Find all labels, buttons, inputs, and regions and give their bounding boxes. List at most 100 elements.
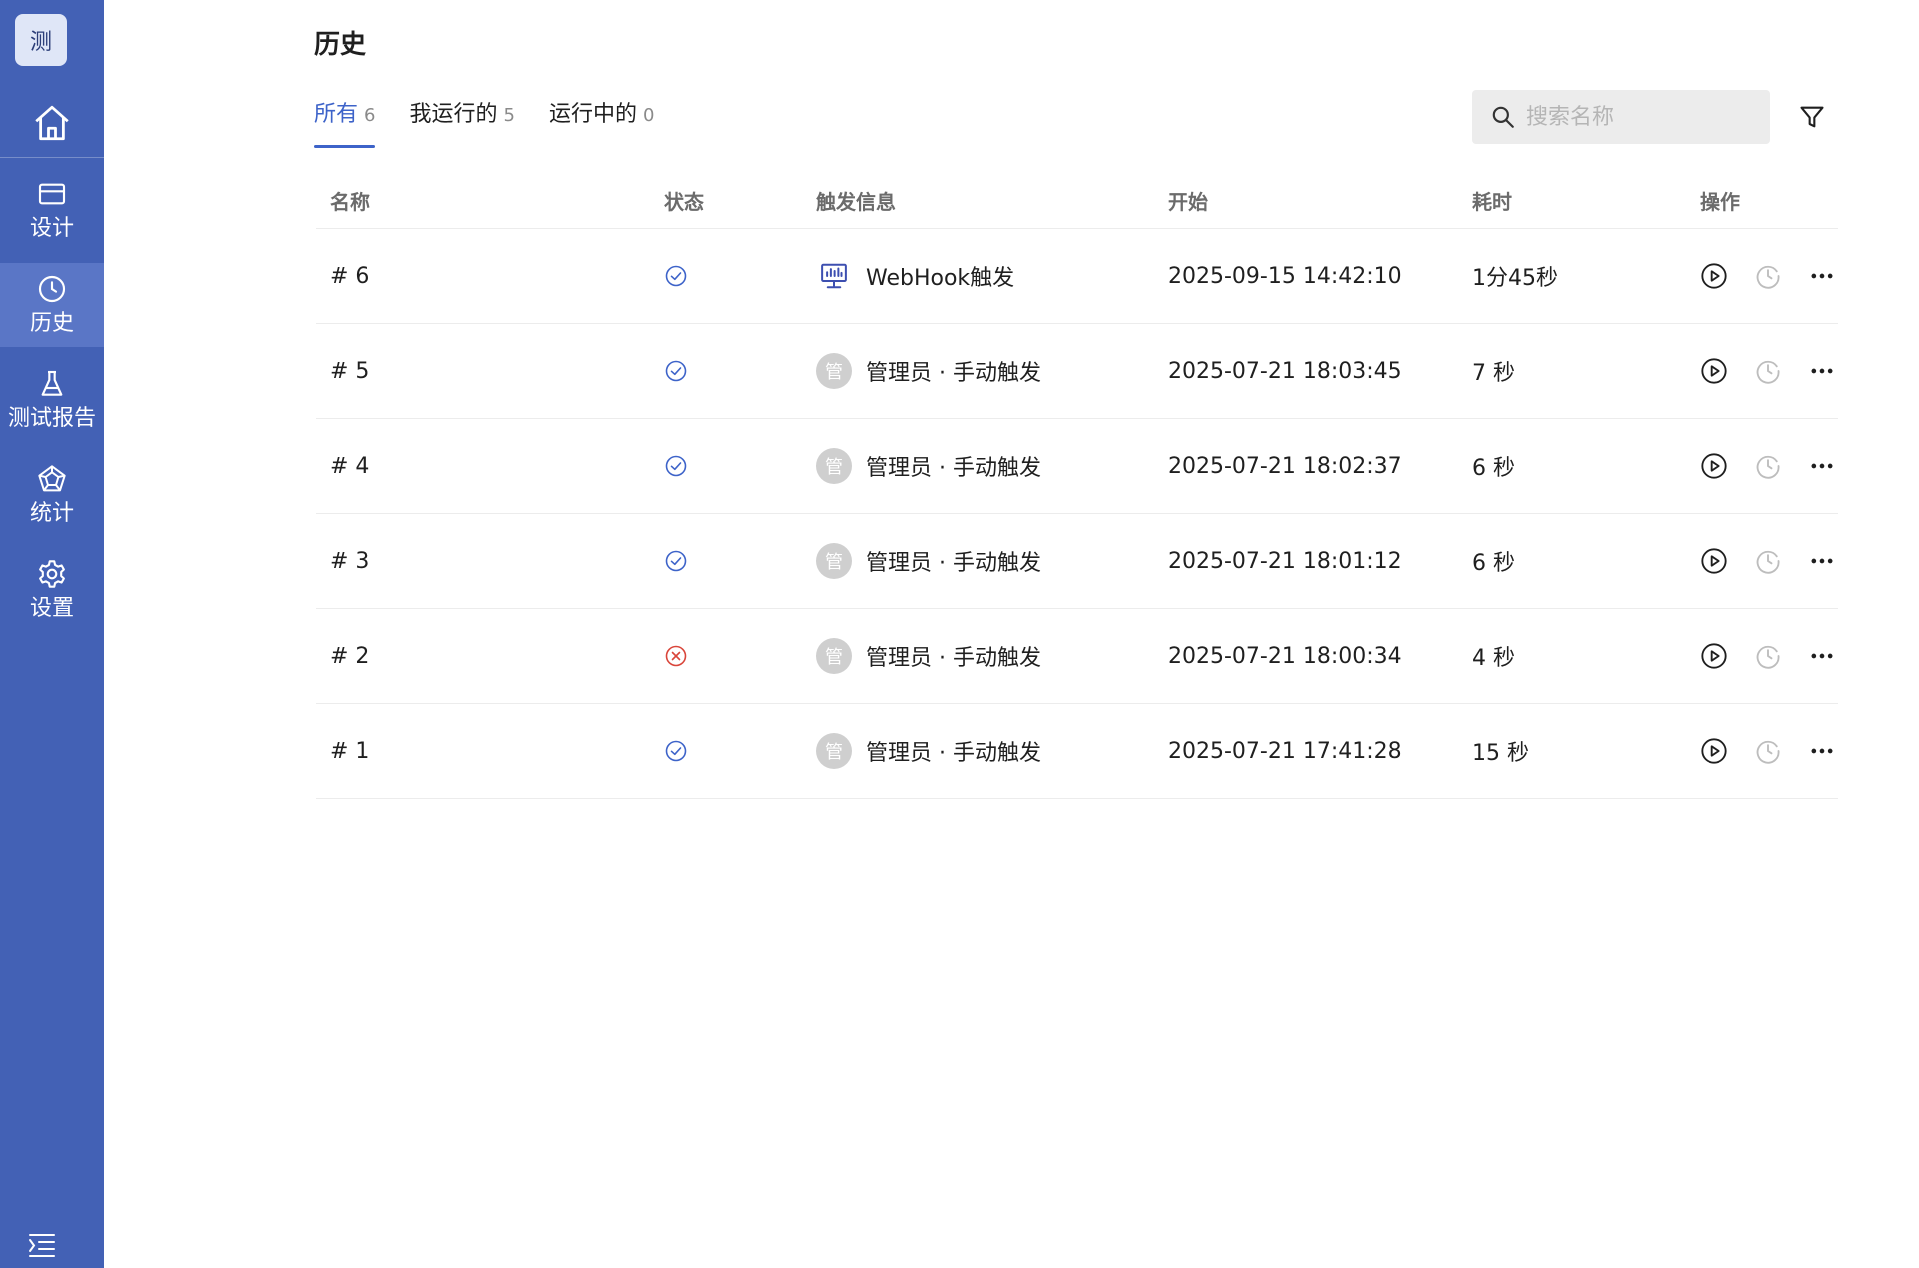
sidebar-item-statistics[interactable]: 统计 [0, 453, 104, 537]
filter-button[interactable] [1795, 100, 1829, 134]
rerun-history-button[interactable] [1754, 357, 1782, 385]
history-icon [1756, 265, 1780, 289]
sidebar-item-design[interactable]: 设计 [0, 168, 104, 252]
play-button[interactable] [1700, 357, 1728, 385]
more-button[interactable] [1808, 262, 1836, 290]
sidebar-item-settings[interactable]: 设置 [0, 548, 104, 632]
table-row[interactable]: # 2 管管理员 · 手动触发 2025-07-21 18:00:34 4 秒 [316, 609, 1838, 704]
filter-icon [1800, 106, 1824, 128]
failed-status-icon [665, 645, 687, 667]
play-icon [1701, 643, 1727, 669]
more-button[interactable] [1808, 547, 1836, 575]
home-button[interactable] [0, 88, 104, 158]
tab-label: 所有 [314, 102, 359, 127]
status-cell [664, 609, 688, 703]
tab-label: 运行中的 [548, 102, 637, 127]
more-icon [1811, 273, 1833, 279]
run-name[interactable]: # 1 [330, 704, 369, 798]
column-header-status: 状态 [664, 189, 704, 214]
run-name[interactable]: # 3 [330, 514, 369, 608]
trigger-cell: 管管理员 · 手动触发 [816, 704, 1041, 798]
table-row[interactable]: # 1 管管理员 · 手动触发 2025-07-21 17:41:28 15 秒 [316, 704, 1838, 799]
home-icon [35, 105, 69, 141]
more-button[interactable] [1808, 737, 1836, 765]
more-button[interactable] [1808, 452, 1836, 480]
tab-count: 0 [642, 105, 655, 126]
trigger-cell: 管管理员 · 手动触发 [816, 419, 1041, 513]
more-icon [1811, 368, 1833, 374]
rerun-history-button[interactable] [1754, 642, 1782, 670]
sidebar-item-label: 历史 [29, 311, 74, 336]
tab-label: 我运行的 [409, 102, 498, 127]
rerun-history-button[interactable] [1754, 547, 1782, 575]
trigger-cell: 管管理员 · 手动触发 [816, 514, 1041, 608]
table-body: # 6 WebHook触发 2025-09-15 14:42:10 1分45秒 … [316, 229, 1838, 799]
search-input[interactable] [1524, 103, 1758, 131]
avatar: 管 [816, 543, 852, 579]
avatar: 管 [816, 448, 852, 484]
flask-icon [41, 370, 63, 396]
column-header-actions: 操作 [1700, 189, 1740, 214]
success-status-icon [665, 265, 687, 287]
play-button[interactable] [1700, 452, 1728, 480]
trigger-cell: 管管理员 · 手动触发 [816, 324, 1041, 418]
history-icon [1756, 740, 1780, 764]
trigger-text: WebHook触发 [866, 266, 1015, 291]
play-icon [1701, 738, 1727, 764]
tab-running[interactable]: 运行中的 0 [549, 96, 654, 148]
sidebar-item-label: 统计 [29, 501, 74, 526]
run-name[interactable]: # 2 [330, 609, 369, 703]
sidebar-item-history[interactable]: 历史 [0, 263, 104, 347]
duration: 4 秒 [1472, 646, 1515, 671]
trigger-cell: 管管理员 · 手动触发 [816, 609, 1041, 703]
pentagon-chart-icon [38, 465, 66, 492]
play-button[interactable] [1700, 642, 1728, 670]
actions-cell [1700, 229, 1836, 323]
start-time: 2025-07-21 18:00:34 [1168, 643, 1402, 669]
actions-cell [1700, 609, 1836, 703]
success-status-icon [665, 740, 687, 762]
menu-indent-icon [29, 1234, 55, 1257]
table-row[interactable]: # 3 管管理员 · 手动触发 2025-07-21 18:01:12 6 秒 [316, 514, 1838, 609]
trigger-text: 管理员 · 手动触发 [866, 741, 1041, 766]
trigger-cell: WebHook触发 [816, 229, 1014, 323]
duration: 6 秒 [1472, 551, 1515, 576]
more-button[interactable] [1808, 642, 1836, 670]
collapse-sidebar-button[interactable] [24, 1230, 60, 1260]
start-time: 2025-07-21 18:03:45 [1168, 358, 1402, 384]
tab-my-runs[interactable]: 我运行的 5 [409, 96, 514, 148]
play-button[interactable] [1700, 547, 1728, 575]
search-icon [1492, 106, 1514, 128]
more-button[interactable] [1808, 357, 1836, 385]
status-cell [664, 419, 688, 513]
rerun-history-button[interactable] [1754, 262, 1782, 290]
search-box [1472, 90, 1770, 144]
card-icon [38, 183, 66, 205]
page-title: 历史 [314, 30, 367, 60]
run-name[interactable]: # 4 [330, 419, 369, 513]
column-header-start: 开始 [1168, 189, 1208, 214]
tab-all[interactable]: 所有 6 [314, 96, 376, 148]
run-name[interactable]: # 5 [330, 324, 369, 418]
sidebar-item-test-report[interactable]: 测试报告 [0, 358, 104, 442]
history-icon [1756, 645, 1780, 669]
sidebar-divider [0, 157, 104, 158]
app-logo[interactable]: 测 [15, 14, 67, 66]
play-button[interactable] [1700, 262, 1728, 290]
rerun-history-button[interactable] [1754, 452, 1782, 480]
trigger-text: 管理员 · 手动触发 [866, 456, 1041, 481]
success-status-icon [665, 455, 687, 477]
status-cell [664, 514, 688, 608]
tab-count: 6 [364, 105, 376, 126]
play-icon [1701, 263, 1727, 289]
table-row[interactable]: # 4 管管理员 · 手动触发 2025-07-21 18:02:37 6 秒 [316, 419, 1838, 514]
run-name[interactable]: # 6 [330, 229, 369, 323]
history-icon [1756, 360, 1780, 384]
play-button[interactable] [1700, 737, 1728, 765]
duration: 15 秒 [1472, 741, 1529, 766]
rerun-history-button[interactable] [1754, 737, 1782, 765]
table-row[interactable]: # 6 WebHook触发 2025-09-15 14:42:10 1分45秒 [316, 229, 1838, 324]
tab-bar: 所有 6 我运行的 5 运行中的 0 [314, 96, 654, 148]
history-table: 名称 状态 触发信息 开始 耗时 操作 # 6 WebHook触发 2025-0… [316, 172, 1838, 799]
table-row[interactable]: # 5 管管理员 · 手动触发 2025-07-21 18:03:45 7 秒 [316, 324, 1838, 419]
